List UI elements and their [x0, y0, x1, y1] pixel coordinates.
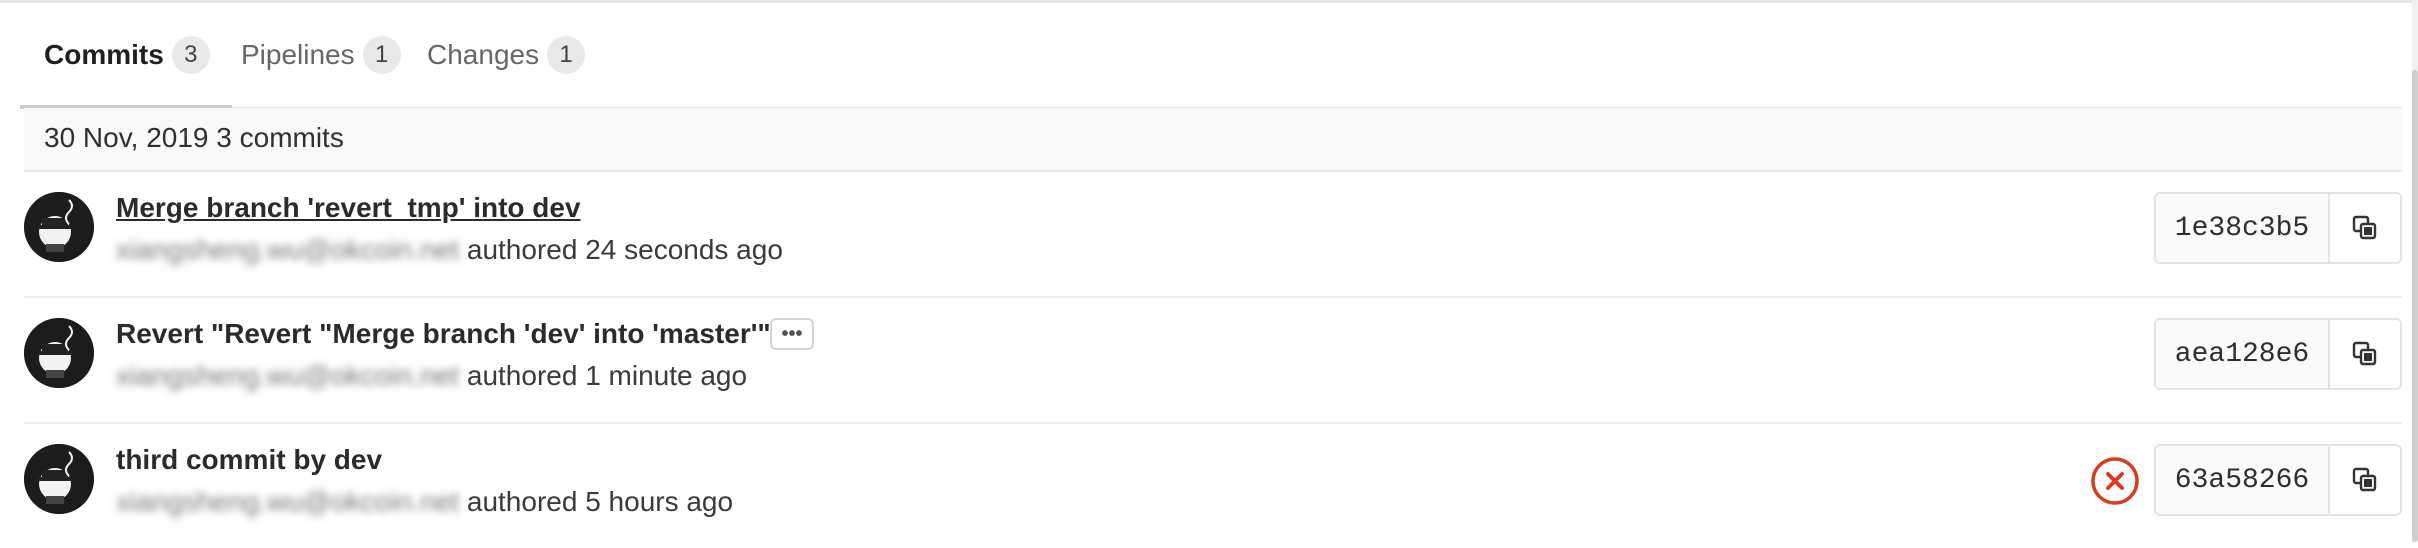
commit-sha-link[interactable]: 1e38c3b5: [2156, 194, 2330, 262]
commit-row: Merge branch 'revert_tmp' into dev xiang…: [24, 172, 2402, 298]
pipeline-status-failed-icon[interactable]: [2090, 456, 2140, 506]
author-email-link[interactable]: xiangsheng.wu@okcoin.net: [116, 486, 459, 518]
tab-count-badge: 1: [547, 36, 586, 74]
commit-row: Revert "Revert "Merge branch 'dev' into …: [24, 298, 2402, 424]
tab-label: Commits: [44, 39, 164, 70]
commit-title-link[interactable]: Merge branch 'revert_tmp' into dev: [116, 192, 581, 224]
commit-meta: xiangsheng.wu@okcoin.net authored 1 minu…: [116, 360, 747, 392]
commit-sha-group: 1e38c3b5: [2154, 192, 2402, 264]
commit-title-link[interactable]: third commit by dev: [116, 444, 382, 476]
tab-pipelines[interactable]: Pipelines 1: [241, 3, 401, 107]
author-email-link[interactable]: xiangsheng.wu@okcoin.net: [116, 360, 459, 392]
authored-time: authored 24 seconds ago: [466, 234, 783, 265]
copy-sha-button[interactable]: [2330, 446, 2400, 514]
tab-bar: Commits 3 Pipelines 1 Changes 1: [20, 3, 2402, 109]
author-email-link[interactable]: xiangsheng.wu@okcoin.net: [116, 234, 459, 266]
copy-icon: [2352, 467, 2377, 492]
avatar[interactable]: [24, 318, 94, 388]
tab-label: Changes: [427, 39, 540, 70]
tab-label: Pipelines: [241, 39, 355, 70]
commit-meta: xiangsheng.wu@okcoin.net authored 5 hour…: [116, 486, 733, 518]
copy-icon: [2352, 341, 2377, 366]
tab-changes[interactable]: Changes 1: [427, 3, 586, 107]
scrollbar-thumb[interactable]: [2412, 70, 2418, 542]
tab-count-badge: 3: [171, 36, 210, 74]
toggle-description-button[interactable]: •••: [770, 318, 814, 350]
commit-sha-link[interactable]: 63a58266: [2156, 446, 2330, 514]
commit-row: third commit by dev xiangsheng.wu@okcoin…: [24, 424, 2402, 548]
copy-icon: [2352, 215, 2377, 240]
tab-count-badge: 1: [362, 36, 401, 74]
avatar[interactable]: [24, 192, 94, 262]
authored-time: authored 1 minute ago: [466, 360, 748, 391]
commit-meta: xiangsheng.wu@okcoin.net authored 24 sec…: [116, 234, 783, 266]
day-header-text: 30 Nov, 2019 3 commits: [44, 122, 344, 153]
avatar[interactable]: [24, 444, 94, 514]
commit-sha-group: 63a58266: [2154, 444, 2402, 516]
commit-sha-link[interactable]: aea128e6: [2156, 320, 2330, 388]
commit-sha-group: aea128e6: [2154, 318, 2402, 390]
authored-time: authored 5 hours ago: [466, 486, 734, 517]
scrollbar[interactable]: [2412, 0, 2418, 542]
commit-day-header: 30 Nov, 2019 3 commits: [24, 108, 2402, 172]
copy-sha-button[interactable]: [2330, 320, 2400, 388]
commit-title-link[interactable]: Revert "Revert "Merge branch 'dev' into …: [116, 318, 784, 350]
copy-sha-button[interactable]: [2330, 194, 2400, 262]
tab-commits[interactable]: Commits 3: [20, 3, 232, 109]
